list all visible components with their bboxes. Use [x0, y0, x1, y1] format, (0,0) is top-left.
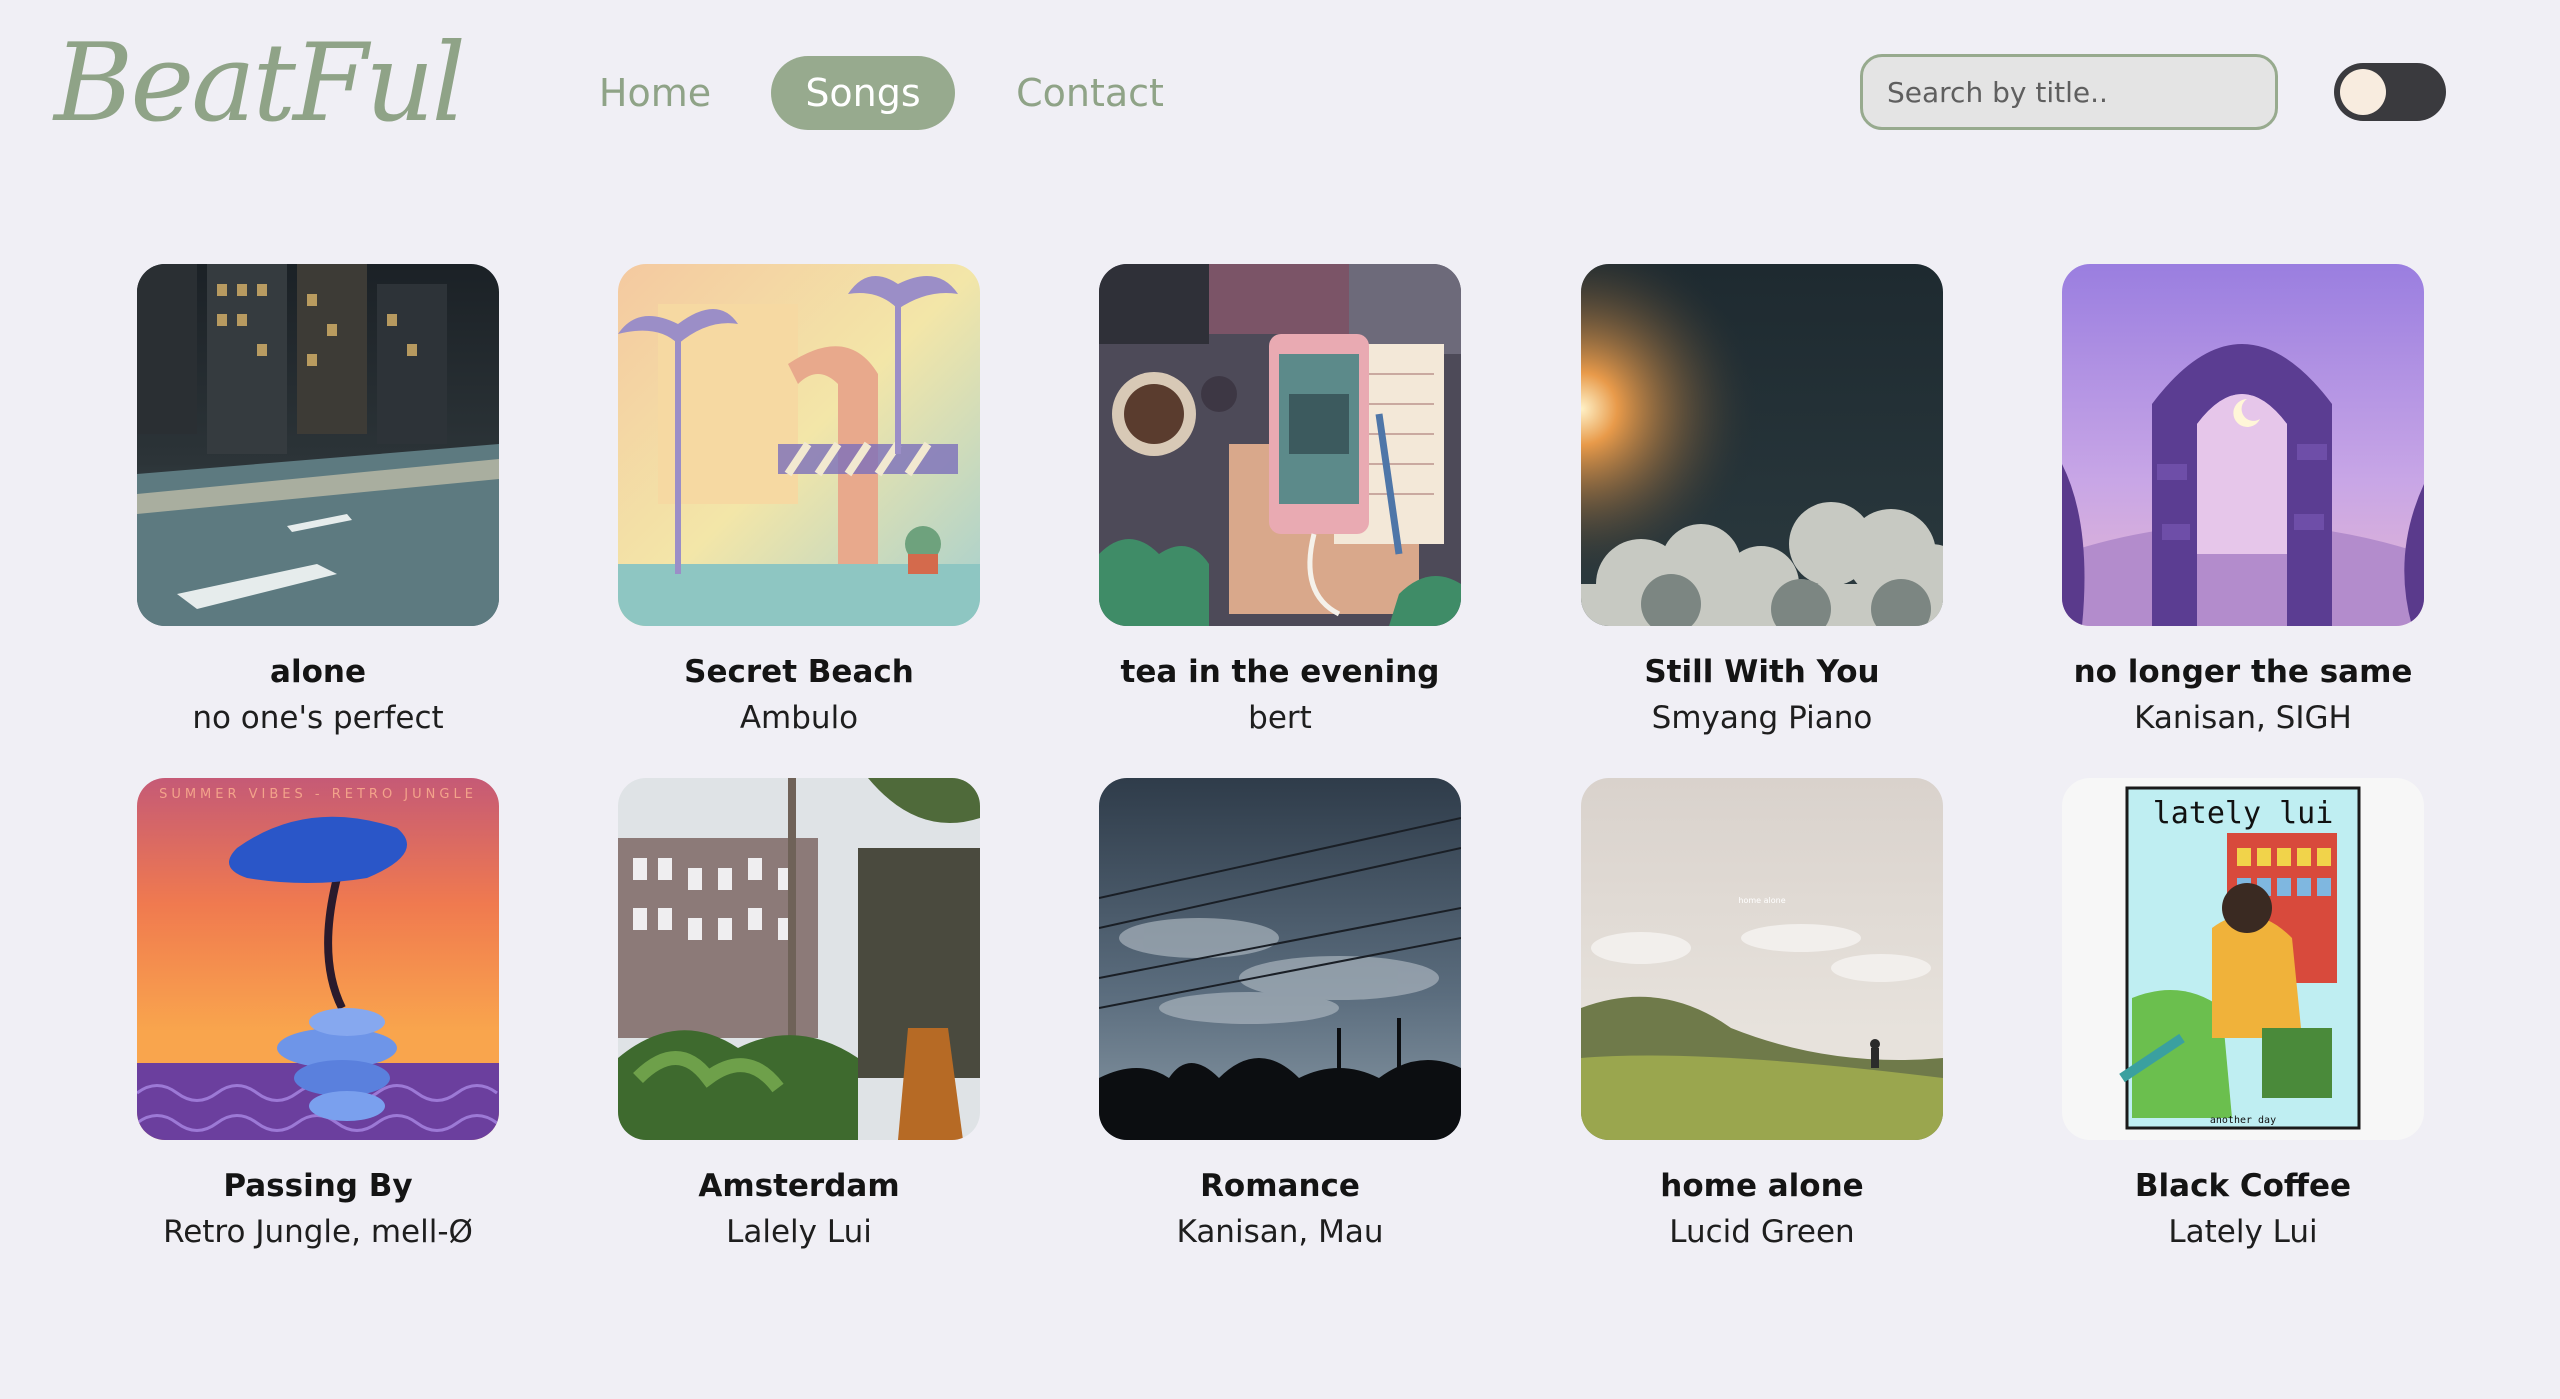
song-card[interactable]: no longer the same Kanisan, SIGH: [2062, 264, 2424, 738]
song-title: Amsterdam: [698, 1168, 900, 1204]
song-artist: bert: [1248, 700, 1312, 736]
album-cover-passing-by: SUMMER VIBES - RETRO JUNGLE: [137, 778, 499, 1140]
theme-toggle[interactable]: [2334, 63, 2446, 121]
album-cover-romance: [1099, 778, 1461, 1140]
album-cover-alone: [137, 264, 499, 626]
nav-home[interactable]: Home: [575, 56, 735, 130]
nav-songs[interactable]: Songs: [771, 56, 955, 130]
song-artist: Kanisan, SIGH: [2134, 700, 2352, 736]
album-cover-black-coffee: lately lui another day: [2062, 778, 2424, 1140]
song-card[interactable]: home alone home alone Lucid Green: [1581, 778, 1943, 1252]
song-card[interactable]: alone no one's perfect: [137, 264, 499, 738]
song-card[interactable]: lately lui another day Black Coffee Late…: [2062, 778, 2424, 1252]
song-title: home alone: [1660, 1168, 1864, 1204]
album-cover-tea-in-the-evening: [1099, 264, 1461, 626]
song-artist: Retro Jungle, mell-Ø: [163, 1214, 473, 1250]
song-artist: Lalely Lui: [726, 1214, 872, 1250]
album-cover-no-longer-the-same: [2062, 264, 2424, 626]
song-artist: Lucid Green: [1669, 1214, 1855, 1250]
album-cover-secret-beach: [618, 264, 980, 626]
song-title: Still With You: [1644, 654, 1880, 690]
song-artist: no one's perfect: [192, 700, 444, 736]
cover-caption: lately lui: [2153, 796, 2334, 831]
cover-caption: another day: [2210, 1115, 2276, 1126]
song-card[interactable]: tea in the evening bert: [1099, 264, 1461, 738]
header: BeatFul Home Songs Contact: [0, 0, 2560, 190]
cover-caption: SUMMER VIBES - RETRO JUNGLE: [159, 787, 477, 802]
song-title: no longer the same: [2073, 654, 2413, 690]
song-card[interactable]: Romance Kanisan, Mau: [1099, 778, 1461, 1252]
song-title: alone: [270, 654, 366, 690]
song-title: Black Coffee: [2134, 1168, 2352, 1204]
song-title: tea in the evening: [1120, 654, 1440, 690]
cover-caption: home alone: [1738, 896, 1785, 905]
search-input[interactable]: [1860, 54, 2278, 130]
toggle-knob: [2340, 69, 2386, 115]
song-title: Romance: [1200, 1168, 1360, 1204]
song-artist: Ambulo: [739, 700, 859, 736]
song-title: Secret Beach: [684, 654, 914, 690]
song-card[interactable]: Still With You Smyang Piano: [1581, 264, 1943, 738]
song-artist: Smyang Piano: [1651, 700, 1873, 736]
album-cover-still-with-you: [1581, 264, 1943, 626]
song-card[interactable]: Amsterdam Lalely Lui: [618, 778, 980, 1252]
song-title: Passing By: [223, 1168, 413, 1204]
logo[interactable]: BeatFul: [54, 30, 466, 138]
album-cover-amsterdam: [618, 778, 980, 1140]
song-card[interactable]: Secret Beach Ambulo: [618, 264, 980, 738]
nav-contact[interactable]: Contact: [995, 56, 1185, 130]
song-artist: Kanisan, Mau: [1176, 1214, 1384, 1250]
song-artist: Lately Lui: [2168, 1214, 2318, 1250]
song-card[interactable]: SUMMER VIBES - RETRO JUNGLE Passing By R…: [137, 778, 499, 1252]
album-cover-home-alone: home alone: [1581, 778, 1943, 1140]
